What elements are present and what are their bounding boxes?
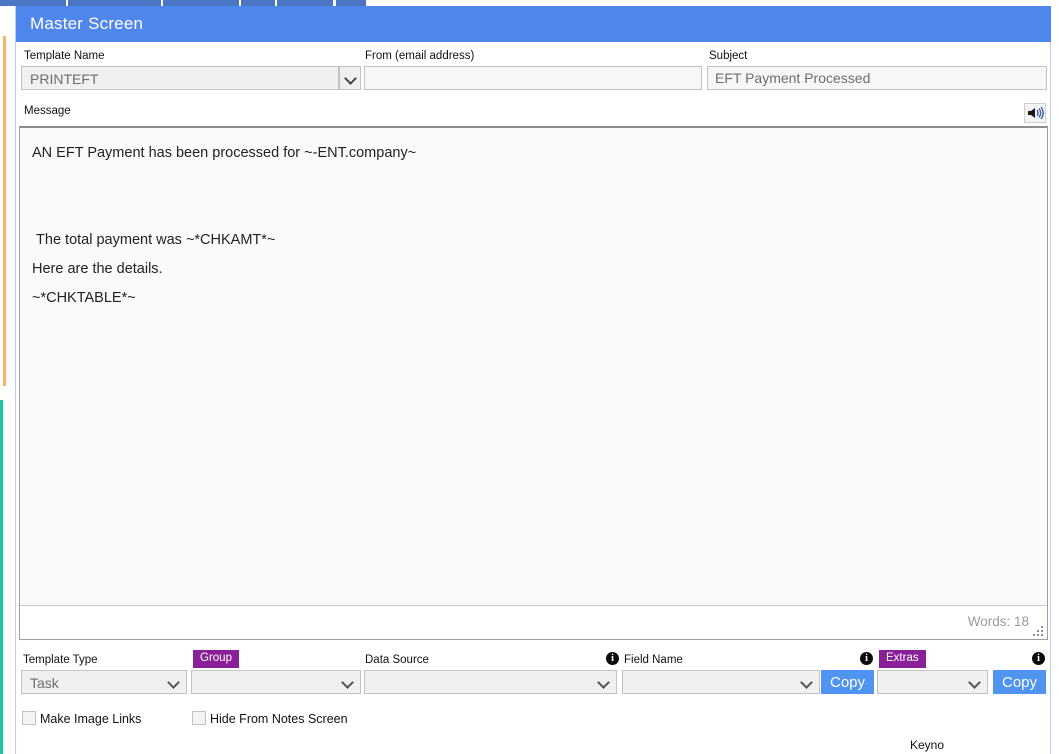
make-image-links-label[interactable]: Make Image Links xyxy=(40,712,141,726)
hide-from-notes-screen-checkbox[interactable] xyxy=(192,711,206,725)
data-source-select[interactable] xyxy=(364,670,617,694)
group-select[interactable] xyxy=(191,670,361,694)
field-name-label: Field Name xyxy=(624,654,683,666)
message-label: Message xyxy=(24,105,71,117)
hide-from-notes-screen-label[interactable]: Hide From Notes Screen xyxy=(210,712,348,726)
subject-label: Subject xyxy=(709,50,747,62)
accent-bar-teal xyxy=(0,400,3,754)
field-name-copy-info-icon[interactable]: i xyxy=(860,652,873,665)
chevron-down-icon xyxy=(970,677,981,688)
data-source-label: Data Source xyxy=(365,654,429,666)
field-name-copy-button[interactable]: Copy xyxy=(821,670,874,694)
from-email-label: From (email address) xyxy=(365,50,474,62)
make-image-links-checkbox[interactable] xyxy=(22,711,36,725)
template-type-value: Task xyxy=(30,672,59,694)
chevron-down-icon xyxy=(169,677,180,688)
page-title: Master Screen xyxy=(30,14,143,34)
chevron-down-icon xyxy=(802,677,813,688)
window-titlebar: Master Screen xyxy=(16,6,1051,42)
keyno-label: Keyno xyxy=(910,738,944,752)
extras-copy-button[interactable]: Copy xyxy=(993,670,1046,694)
subject-input[interactable] xyxy=(707,66,1047,90)
template-name-value: PRINTEFT xyxy=(30,68,98,90)
template-name-label: Template Name xyxy=(24,50,105,62)
extras-badge-button[interactable]: Extras xyxy=(879,650,926,668)
template-name-select[interactable]: PRINTEFT xyxy=(21,66,339,90)
accent-bar-orange xyxy=(3,36,6,386)
extras-select[interactable] xyxy=(877,670,988,694)
chevron-down-icon xyxy=(343,677,354,688)
speaker-icon[interactable] xyxy=(1024,103,1046,123)
resize-grip-icon[interactable] xyxy=(1033,626,1045,638)
field-name-select[interactable] xyxy=(622,670,820,694)
chevron-down-icon xyxy=(599,677,610,688)
message-statusbar: Words: 18 xyxy=(20,605,1047,639)
message-editor[interactable]: AN EFT Payment has been processed for ~-… xyxy=(19,126,1048,640)
message-body-text[interactable]: AN EFT Payment has been processed for ~-… xyxy=(20,128,1047,607)
extras-copy-info-icon[interactable]: i xyxy=(1032,652,1045,665)
template-name-dropdown-arrow-button[interactable] xyxy=(339,66,361,90)
master-screen-window: Master Screen Template Name PRINTEFT Fro… xyxy=(0,0,1059,754)
group-badge-button[interactable]: Group xyxy=(193,650,239,668)
from-email-input[interactable] xyxy=(364,66,702,90)
word-count: Words: 18 xyxy=(968,614,1029,629)
field-name-info-icon[interactable]: i xyxy=(606,652,619,665)
template-type-select[interactable]: Task xyxy=(21,670,187,694)
template-type-label: Template Type xyxy=(23,654,98,666)
